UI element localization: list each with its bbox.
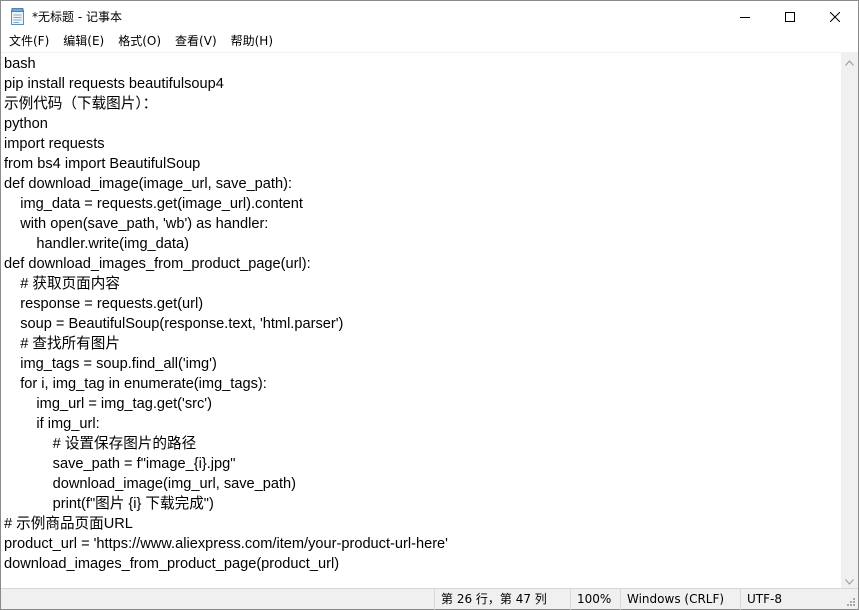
editor-line: print(f"图片 {i} 下载完成") — [4, 496, 214, 512]
scroll-down-button[interactable] — [841, 571, 858, 588]
minimize-button[interactable] — [722, 1, 768, 31]
editor-line: download_images_from_product_page(produc… — [4, 556, 340, 572]
editor-line: download_image(img_url, save_path) — [4, 476, 297, 492]
editor-line: img_data = requests.get(image_url).conte… — [4, 196, 303, 212]
menu-file[interactable]: 文件(F) — [2, 31, 56, 52]
editor-line: response = requests.get(url) — [4, 296, 204, 312]
editor-line: import requests — [4, 136, 105, 152]
maximize-button[interactable] — [767, 1, 813, 31]
editor-line: img_url = img_tag.get('src') — [4, 396, 212, 412]
zoom-level: 100% — [570, 589, 620, 610]
notepad-window: *无标题 - 记事本 文件(F) 编辑(E) 格式(O) 查看(V) 帮助(H)… — [0, 0, 859, 610]
editor-line: if img_url: — [4, 416, 100, 432]
editor-line: for i, img_tag in enumerate(img_tags): — [4, 376, 267, 392]
editor-line: img_tags = soup.find_all('img') — [4, 356, 217, 372]
editor-line: 示例代码（下载图片）： — [4, 96, 158, 112]
editor-line: save_path = f"image_{i}.jpg" — [4, 456, 236, 472]
chevron-up-icon — [845, 51, 854, 70]
scroll-up-button[interactable] — [841, 52, 858, 69]
line-ending: Windows (CRLF) — [620, 589, 740, 610]
encoding: UTF-8 — [740, 589, 841, 610]
menu-help[interactable]: 帮助(H) — [224, 31, 280, 52]
editor-line: product_url = 'https://www.aliexpress.co… — [4, 536, 448, 552]
text-editor[interactable]: bash pip install requests beautifulsoup4… — [1, 52, 841, 588]
editor-line: soup = BeautifulSoup(response.text, 'htm… — [4, 316, 344, 332]
cursor-position: 第 26 行，第 47 列 — [434, 589, 570, 610]
editor-line: # 示例商品页面URL — [4, 516, 133, 532]
editor-line: pip install requests beautifulsoup4 — [4, 76, 224, 92]
minimize-icon — [740, 7, 750, 26]
menu-bar: 文件(F) 编辑(E) 格式(O) 查看(V) 帮助(H) — [1, 31, 858, 52]
close-icon — [829, 7, 841, 26]
vertical-scrollbar[interactable] — [841, 52, 858, 588]
editor-line: def download_images_from_product_page(ur… — [4, 256, 311, 272]
menu-view[interactable]: 查看(V) — [168, 31, 224, 52]
menu-edit[interactable]: 编辑(E) — [56, 31, 111, 52]
editor-line: def download_image(image_url, save_path)… — [4, 176, 292, 192]
editor-line: # 获取页面内容 — [4, 276, 120, 292]
editor-line: python — [4, 116, 48, 132]
editor-line: from bs4 import BeautifulSoup — [4, 156, 201, 172]
menu-format[interactable]: 格式(O) — [111, 31, 168, 52]
editor-line: bash — [4, 56, 36, 72]
editor-line: # 设置保存图片的路径 — [4, 436, 197, 452]
editor-line: with open(save_path, 'wb') as handler: — [4, 216, 269, 232]
maximize-icon — [785, 7, 795, 26]
chevron-down-icon — [845, 570, 854, 589]
close-button[interactable] — [812, 1, 858, 31]
editor-line: handler.write(img_data) — [4, 236, 189, 252]
window-title: *无标题 - 记事本 — [32, 10, 122, 24]
editor-line: # 查找所有图片 — [4, 336, 120, 352]
editor-content[interactable]: bash pip install requests beautifulsoup4… — [4, 54, 448, 574]
notepad-icon — [10, 8, 26, 25]
title-bar[interactable]: *无标题 - 记事本 — [1, 1, 858, 31]
resize-grip-icon[interactable] — [844, 593, 856, 607]
status-bar: 第 26 行，第 47 列 100% Windows (CRLF) UTF-8 — [1, 588, 858, 610]
